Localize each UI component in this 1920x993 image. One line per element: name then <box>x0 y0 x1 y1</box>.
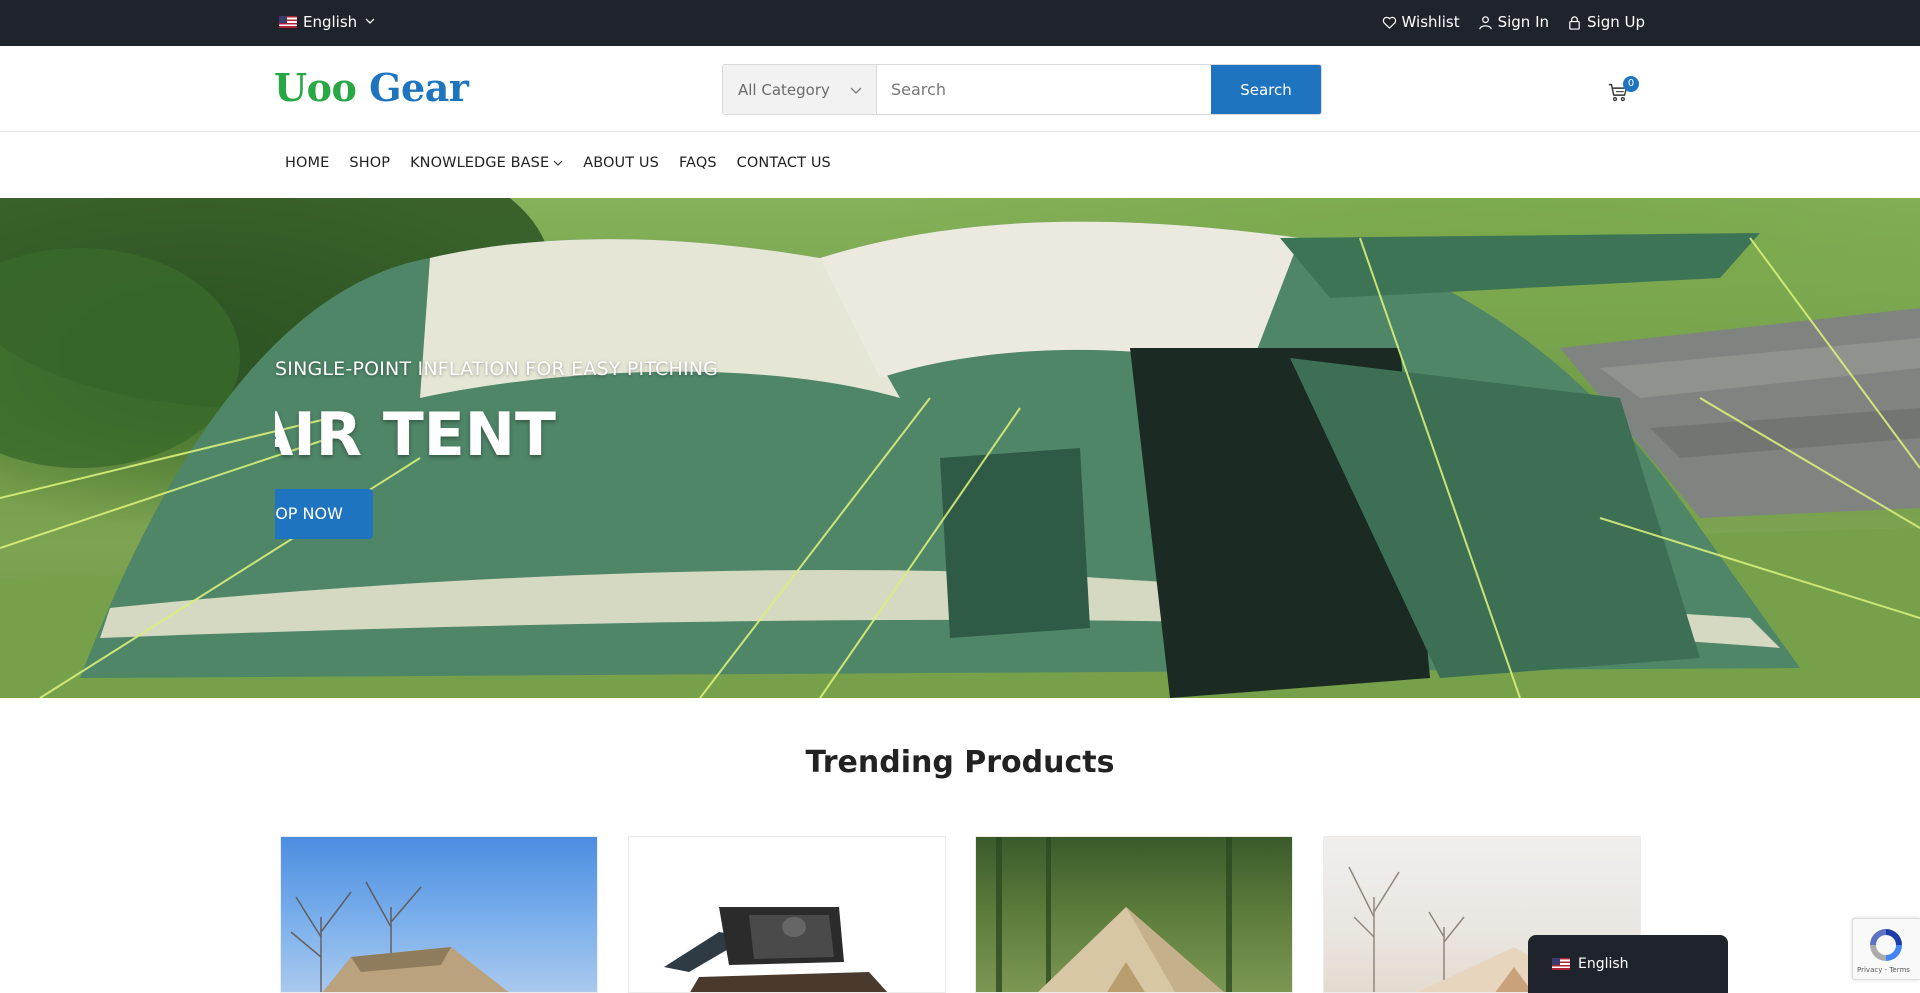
shop-now-label: SHOP NOW <box>275 504 343 523</box>
floating-language-switcher[interactable]: English <box>1528 935 1728 993</box>
wishlist-label: Wishlist <box>1401 13 1460 31</box>
search-button[interactable]: Search <box>1211 65 1321 114</box>
site-logo[interactable]: Uoo Gear <box>274 65 469 111</box>
product-card[interactable] <box>628 836 946 993</box>
nav-item-label: SHOP <box>349 155 391 171</box>
chevron-down-icon <box>850 87 862 94</box>
lock-icon <box>1569 15 1580 30</box>
hero-title-text: AIR TENT <box>275 400 556 470</box>
logo-text-gear: Gear <box>369 65 469 110</box>
search-bar: All Category Search <box>722 64 1322 115</box>
signin-label: Sign In <box>1497 13 1549 31</box>
shop-now-button[interactable]: SHOP NOW <box>275 489 373 539</box>
product-card[interactable] <box>975 836 1293 993</box>
wishlist-link[interactable]: Wishlist <box>1382 13 1460 31</box>
hero-title: AIR TENT <box>275 400 575 470</box>
recaptcha-links[interactable]: Privacy - Terms <box>1857 966 1910 974</box>
cart-count-badge: 0 <box>1623 76 1639 92</box>
logo-text-uoo: Uoo <box>274 65 357 110</box>
signin-link[interactable]: Sign In <box>1478 13 1549 31</box>
top-bar: English Wishlist Sign In Sign Up <box>0 0 1920 46</box>
product-image <box>290 881 509 992</box>
user-icon <box>1478 15 1492 29</box>
us-flag-icon <box>279 16 297 28</box>
category-select[interactable]: All Category <box>723 65 877 114</box>
nav-item-label: ABOUT US <box>583 155 659 171</box>
heart-icon <box>1382 16 1396 29</box>
category-select-value: All Category <box>738 80 830 99</box>
site-header: Uoo Gear All Category Search 0 <box>0 46 1920 132</box>
nav-item-label: HOME <box>285 155 330 171</box>
signup-link[interactable]: Sign Up <box>1567 13 1645 31</box>
nav-item-shop[interactable]: SHOP <box>349 155 390 171</box>
chevron-down-icon <box>553 160 563 166</box>
nav-item-label: CONTACT US <box>736 155 831 171</box>
nav-item-faqs[interactable]: FAQS <box>679 155 717 171</box>
chevron-down-icon <box>365 16 375 29</box>
floating-language-label: English <box>1578 956 1629 972</box>
nav-item-knowledge-base[interactable]: KNOWLEDGE BASE <box>410 155 563 171</box>
hero-subtitle: SINGLE-POINT INFLATION FOR EASY PITCHING <box>275 358 719 380</box>
search-input[interactable] <box>877 65 1211 114</box>
product-image <box>664 907 888 992</box>
product-image <box>996 837 1232 992</box>
signup-label: Sign Up <box>1587 13 1645 31</box>
language-selector[interactable]: English <box>279 13 375 31</box>
hero-banner[interactable]: SINGLE-POINT INFLATION FOR EASY PITCHING… <box>0 198 1920 698</box>
recaptcha-badge[interactable]: Privacy - Terms <box>1852 918 1920 980</box>
nav-item-home[interactable]: HOME <box>285 155 329 171</box>
recaptcha-icon <box>1870 929 1902 961</box>
us-flag-icon <box>1552 958 1570 970</box>
main-navigation: HOME SHOP KNOWLEDGE BASE ABOUT US FAQS C… <box>0 132 1920 198</box>
nav-item-label: KNOWLEDGE BASE <box>410 155 550 171</box>
trending-products-heading: Trending Products <box>805 745 1115 780</box>
nav-item-contact-us[interactable]: CONTACT US <box>737 155 831 171</box>
language-label: English <box>303 13 358 31</box>
product-card[interactable] <box>280 836 598 993</box>
account-links: Wishlist Sign In Sign Up <box>1382 13 1645 31</box>
cart-button[interactable]: 0 <box>1606 76 1640 106</box>
nav-item-about-us[interactable]: ABOUT US <box>583 155 659 171</box>
nav-item-label: FAQS <box>678 155 717 171</box>
